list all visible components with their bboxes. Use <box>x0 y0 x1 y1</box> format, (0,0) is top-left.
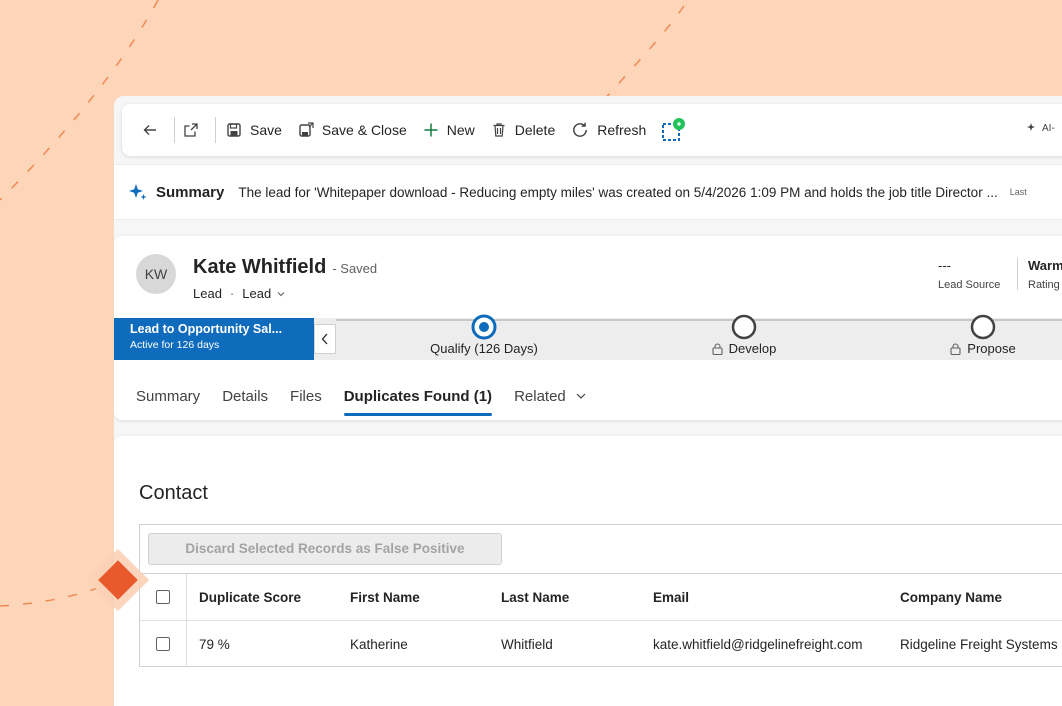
column-header-company-name[interactable]: Company Name <box>900 574 1002 620</box>
stage-develop-text: Develop <box>728 341 777 356</box>
back-button[interactable] <box>136 112 172 148</box>
select-all-checkbox[interactable] <box>156 590 170 604</box>
process-name: Lead to Opportunity Sal... <box>130 322 283 336</box>
tab-details[interactable]: Details <box>222 376 268 416</box>
open-in-new-window-icon <box>184 123 198 137</box>
column-header-first-name[interactable]: First Name <box>350 574 420 620</box>
toolbar-separator <box>174 117 175 143</box>
delete-label: Delete <box>514 122 556 138</box>
chevron-left-icon <box>321 333 328 345</box>
section-title: Contact <box>139 482 208 504</box>
record-name: Kate Whitfield <box>193 256 327 278</box>
form-tabs: Summary Details Files Duplicates Found (… <box>136 376 610 416</box>
save-and-close-icon <box>299 122 314 137</box>
copilot-sparkle-icon <box>129 184 147 200</box>
row-checkbox[interactable] <box>156 637 170 651</box>
bpf-previous-button[interactable] <box>314 324 336 354</box>
rating-label: Rating <box>1028 279 1060 291</box>
grid-header-row: Duplicate Score First Name Last Name Ema… <box>140 574 1062 620</box>
toolbar-separator <box>215 117 216 143</box>
save-status: - Saved <box>332 261 378 276</box>
form-name: Lead <box>242 286 272 301</box>
record-header: KW Kate Whitfield - Saved Lead · Lead ---… <box>114 236 1062 420</box>
delete-button[interactable]: Delete <box>483 112 563 148</box>
form-selector[interactable]: Lead <box>242 286 287 301</box>
tab-summary[interactable]: Summary <box>136 376 200 416</box>
record-subtitle: Lead · Lead <box>193 286 287 301</box>
lock-icon <box>712 342 723 355</box>
command-bar: Save Save & Close New Delete Refresh AI- <box>122 104 1062 156</box>
sparkle-icon <box>1027 123 1035 131</box>
row-select-cell <box>140 621 187 667</box>
trash-icon <box>493 123 505 137</box>
header-field-lead-source[interactable]: --- Lead Source <box>938 258 1000 291</box>
summary-text[interactable]: The lead for 'Whitepaper download - Redu… <box>238 185 997 200</box>
avatar: KW <box>136 254 176 294</box>
cell-company-name[interactable]: Ridgeline Freight Systems <box>900 621 1058 667</box>
table-row[interactable]: 79 % Katherine Whitfield kate.whitfield@… <box>140 620 1062 667</box>
subtitle-separator: · <box>229 286 235 301</box>
copilot-summary-bar: Summary The lead for 'Whitepaper downloa… <box>114 164 1062 220</box>
lead-source-label: Lead Source <box>938 279 1001 291</box>
summary-title: Summary <box>156 183 225 201</box>
stage-propose[interactable]: Propose <box>913 314 1053 356</box>
stage-circle-icon <box>731 314 757 340</box>
process-name-flyout[interactable]: Lead to Opportunity Sal... Active for 12… <box>114 318 314 360</box>
save-button[interactable]: Save <box>218 112 290 148</box>
business-process-flow: Lead to Opportunity Sal... Active for 12… <box>114 314 1062 360</box>
duplicates-toolbar: Discard Selected Records as False Positi… <box>139 524 1062 573</box>
header-field-rating[interactable]: Warm Rating <box>1028 258 1062 291</box>
stage-circle-icon <box>970 314 996 340</box>
cell-first-name: Katherine <box>350 636 408 652</box>
stage-develop-label: Develop <box>712 341 777 356</box>
save-and-close-label: Save & Close <box>321 122 407 138</box>
stage-propose-label: Propose <box>950 341 1016 356</box>
tab-duplicates-found[interactable]: Duplicates Found (1) <box>343 376 493 416</box>
summary-last-updated: Last <box>1009 187 1027 197</box>
chevron-down-icon <box>576 393 586 399</box>
ai-label: AI- <box>1042 122 1055 134</box>
copilot-app-icon <box>662 118 686 141</box>
refresh-icon <box>573 122 588 137</box>
record-title: Kate Whitfield - Saved <box>193 256 377 279</box>
active-stage-icon <box>471 314 497 340</box>
stage-develop[interactable]: Develop <box>674 314 814 356</box>
chevron-down-icon <box>277 291 285 296</box>
refresh-label: Refresh <box>597 122 647 138</box>
decorative-diamond-icon <box>86 548 150 612</box>
rating-value: Warm <box>1028 258 1062 273</box>
lead-source-value: --- <box>938 258 951 273</box>
copilot-app-button[interactable] <box>654 112 702 148</box>
tab-files[interactable]: Files <box>290 376 322 416</box>
entity-name: Lead <box>193 286 222 301</box>
open-new-window-button[interactable] <box>177 112 213 148</box>
cell-last-name: Whitfield <box>501 636 553 652</box>
header-field-separator <box>1017 258 1018 290</box>
process-active-duration: Active for 126 days <box>130 339 220 351</box>
arrow-left-icon <box>143 125 156 135</box>
save-and-close-button[interactable]: Save & Close <box>290 112 415 148</box>
discard-false-positive-button[interactable]: Discard Selected Records as False Positi… <box>148 533 502 565</box>
ai-button[interactable]: AI- <box>1026 122 1055 134</box>
save-icon <box>227 123 241 137</box>
save-label: Save <box>250 122 282 138</box>
column-header-email[interactable]: Email <box>653 574 689 620</box>
new-button[interactable]: New <box>415 112 483 148</box>
tab-related[interactable]: Related <box>514 376 588 416</box>
new-label: New <box>446 122 475 138</box>
stage-qualify-label: Qualify (126 Days) <box>430 341 538 356</box>
stage-propose-text: Propose <box>967 341 1016 356</box>
lock-icon <box>950 342 961 355</box>
duplicates-grid: Duplicate Score First Name Last Name Ema… <box>139 573 1062 667</box>
column-header-last-name[interactable]: Last Name <box>501 574 569 620</box>
cell-duplicate-score: 79 % <box>199 636 230 652</box>
column-header-duplicate-score[interactable]: Duplicate Score <box>199 574 301 620</box>
plus-icon <box>424 123 438 137</box>
duplicates-panel: Contact Discard Selected Records as Fals… <box>114 436 1062 706</box>
refresh-button[interactable]: Refresh <box>563 112 654 148</box>
app-window: Save Save & Close New Delete Refresh AI-… <box>114 96 1062 706</box>
tab-related-label: Related <box>514 387 566 405</box>
cell-email[interactable]: kate.whitfield@ridgelinefreight.com <box>653 621 863 667</box>
stage-qualify[interactable]: Qualify (126 Days) <box>414 314 554 356</box>
